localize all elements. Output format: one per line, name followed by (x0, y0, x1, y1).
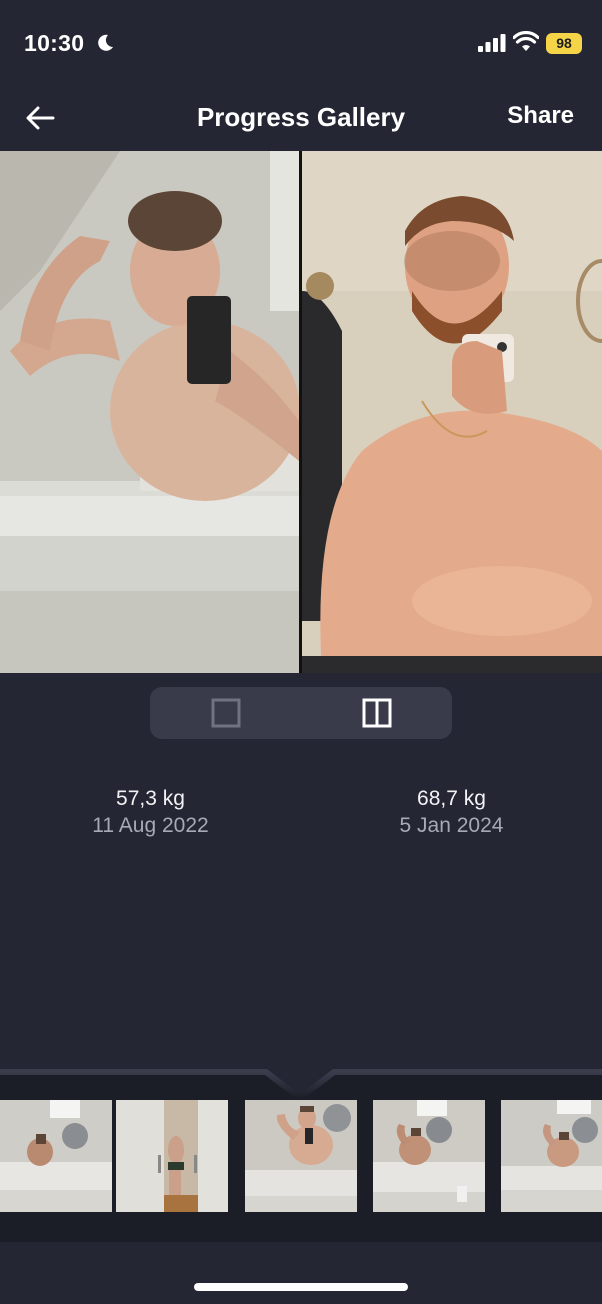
arrow-left-icon (26, 106, 55, 130)
wifi-icon (513, 31, 539, 51)
thumbnail-strip (0, 1062, 602, 1242)
share-button[interactable]: Share (507, 102, 574, 130)
status-time: 10:30 (24, 30, 85, 56)
before-date: 11 Aug 2022 (92, 814, 209, 837)
split-view-button[interactable] (301, 687, 452, 739)
home-indicator[interactable] (194, 1283, 408, 1291)
battery-indicator: 98 (546, 33, 582, 54)
moon-icon (98, 34, 113, 51)
before-stats: 57,3 kg 11 Aug 2022 (0, 786, 301, 840)
single-view-icon (211, 698, 240, 728)
split-view-icon (362, 698, 391, 728)
status-bar: 10:30 98 (0, 0, 602, 90)
single-view-button[interactable] (150, 687, 301, 739)
photo-comparison (0, 151, 602, 673)
thumbnail-4[interactable] (373, 1100, 485, 1212)
after-date: 5 Jan 2024 (399, 814, 504, 837)
thumbnail-5[interactable] (501, 1100, 602, 1212)
thumbnail-2[interactable] (116, 1100, 228, 1212)
after-stats: 68,7 kg 5 Jan 2024 (301, 786, 602, 840)
cellular-signal-icon (478, 34, 506, 52)
nav-bar: Progress Gallery Share (0, 90, 602, 150)
back-button[interactable] (20, 98, 60, 138)
after-weight: 68,7 kg (417, 787, 486, 810)
thumbnail-3-selected[interactable] (245, 1100, 357, 1212)
before-weight: 57,3 kg (116, 787, 185, 810)
view-mode-toggle (150, 687, 452, 739)
progress-photo-before[interactable] (0, 151, 299, 673)
progress-photo-after[interactable] (302, 151, 602, 673)
thumbnail-1[interactable] (0, 1100, 112, 1212)
